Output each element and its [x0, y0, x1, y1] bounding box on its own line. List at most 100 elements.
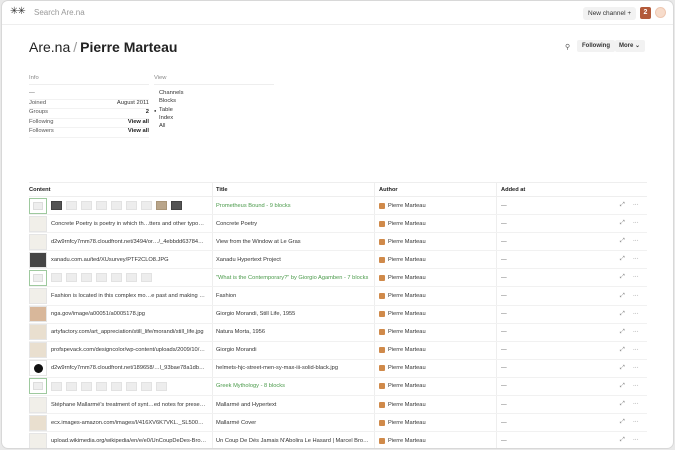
more-icon[interactable]: ··· [633, 401, 639, 408]
table-row[interactable]: xanadu.com.au/ted/XUsurvey/PTF2CLO8.JPG … [29, 251, 647, 270]
block-title[interactable]: Concrete Poetry [216, 221, 257, 227]
author-cell[interactable]: Pierre Marteau [374, 215, 496, 233]
block-title[interactable]: Giorgio Morandi, Still Life, 1955 [216, 311, 295, 317]
table-row[interactable]: artyfactory.com/art_appreciation/still_l… [29, 323, 647, 342]
block-title[interactable]: Giorgio Morandi [216, 347, 256, 353]
view-option-all[interactable]: All [154, 123, 274, 131]
title-cell[interactable]: Un Coup De Dés Jamais N'Abolira Le Hasar… [212, 432, 374, 448]
expand-icon[interactable]: ⤢ [620, 383, 625, 390]
author-name[interactable]: Pierre Marteau [388, 365, 426, 371]
author-name[interactable]: Pierre Marteau [388, 311, 426, 317]
search-input[interactable]: Search Are.na [34, 8, 85, 17]
table-row[interactable]: Concrete Poetry is poetry in which th…tt… [29, 215, 647, 234]
table-row[interactable]: nga.gov/image/a00051/a0005178.jpg Giorgi… [29, 305, 647, 324]
expand-icon[interactable]: ⤢ [620, 347, 625, 354]
author-name[interactable]: Pierre Marteau [388, 347, 426, 353]
author-cell[interactable]: Pierre Marteau [374, 305, 496, 323]
table-row[interactable]: Prometheus Bound - 9 blocks Pierre Marte… [29, 197, 647, 216]
title-cell[interactable]: Giorgio Morandi [212, 341, 374, 359]
image-thumbnail[interactable] [29, 360, 47, 377]
info-value[interactable]: 2 [146, 109, 149, 118]
channel-thumbnail[interactable] [29, 378, 47, 395]
image-thumbnail[interactable] [29, 432, 47, 448]
author-cell[interactable]: Pierre Marteau [374, 233, 496, 251]
block-title[interactable]: Mallarmé and Hypertext [216, 402, 276, 408]
author-name[interactable]: Pierre Marteau [388, 203, 426, 209]
author-name[interactable]: Pierre Marteau [388, 239, 426, 245]
title-cell[interactable]: Mallarmé and Hypertext [212, 396, 374, 414]
arena-logo-icon[interactable]: ✳✳ [10, 6, 26, 17]
more-icon[interactable]: ··· [633, 256, 639, 263]
author-cell[interactable]: Pierre Marteau [374, 396, 496, 414]
column-header-author[interactable]: Author [374, 183, 496, 196]
author-name[interactable]: Pierre Marteau [388, 329, 426, 335]
block-title[interactable]: helmets-hjc-street-men-sy-max-iii-solid-… [216, 365, 338, 371]
table-row[interactable]: profspevack.com/designcolor/wp-content/u… [29, 341, 647, 360]
channel-title-link[interactable]: "What is the Contemporary?" by Giorgio A… [216, 275, 368, 281]
block-title[interactable]: Natura Morta, 1956 [216, 329, 265, 335]
view-option-channels[interactable]: Channels [154, 90, 274, 98]
channel-title-link[interactable]: Greek Mythology - 8 blocks [216, 383, 285, 389]
table-row[interactable]: d2w9rnfcy7mm78.cloudfront.net/3494/or…/_… [29, 233, 647, 252]
more-icon[interactable]: ··· [633, 220, 639, 227]
title-cell[interactable]: helmets-hjc-street-men-sy-max-iii-solid-… [212, 359, 374, 377]
more-icon[interactable]: ··· [633, 419, 639, 426]
search-icon[interactable]: ⚲ [565, 43, 570, 51]
author-cell[interactable]: Pierre Marteau [374, 323, 496, 341]
more-icon[interactable]: ··· [633, 383, 639, 390]
image-thumbnail[interactable] [29, 306, 47, 323]
channel-thumbnail[interactable] [29, 197, 47, 214]
view-option-blocks[interactable]: Blocks [154, 98, 274, 106]
title-cell[interactable]: Prometheus Bound - 9 blocks [212, 197, 374, 215]
column-header-title[interactable]: Title [212, 183, 374, 196]
author-cell[interactable]: Pierre Marteau [374, 432, 496, 448]
author-name[interactable]: Pierre Marteau [388, 420, 426, 426]
image-thumbnail[interactable] [29, 414, 47, 431]
table-row[interactable]: "What is the Contemporary?" by Giorgio A… [29, 269, 647, 288]
title-cell[interactable]: Greek Mythology - 8 blocks [212, 377, 374, 396]
image-thumbnail[interactable] [29, 342, 47, 359]
block-title[interactable]: Xanadu Hypertext Project [216, 257, 281, 263]
author-cell[interactable]: Pierre Marteau [374, 377, 496, 396]
new-channel-button[interactable]: New channel + [583, 7, 637, 20]
author-name[interactable]: Pierre Marteau [388, 221, 426, 227]
column-header-added-at[interactable]: Added at [496, 183, 600, 196]
author-cell[interactable]: Pierre Marteau [374, 287, 496, 305]
table-row[interactable]: Stéphane Mallarmé's treatment of synt…ed… [29, 396, 647, 415]
table-row[interactable]: Greek Mythology - 8 blocks Pierre Martea… [29, 377, 647, 397]
text-block-thumbnail[interactable] [29, 215, 47, 232]
view-option-index[interactable]: Index [154, 115, 274, 123]
expand-icon[interactable]: ⤢ [620, 274, 625, 281]
more-icon[interactable]: ··· [633, 437, 639, 444]
table-row[interactable]: d2w9rnfcy7mm78.cloudfront.net/189658/…l_… [29, 359, 647, 378]
user-avatar[interactable] [655, 7, 666, 18]
text-block-thumbnail[interactable] [29, 396, 47, 413]
expand-icon[interactable]: ⤢ [620, 419, 625, 426]
breadcrumb-site[interactable]: Are.na [29, 39, 70, 55]
title-cell[interactable]: Mallarmé Cover [212, 414, 374, 432]
image-thumbnail[interactable] [29, 324, 47, 341]
channel-title-link[interactable]: Prometheus Bound - 9 blocks [216, 203, 291, 209]
expand-icon[interactable]: ⤢ [620, 220, 625, 227]
more-icon[interactable]: ··· [633, 365, 639, 372]
more-icon[interactable]: ··· [633, 238, 639, 245]
author-cell[interactable]: Pierre Marteau [374, 269, 496, 287]
author-name[interactable]: Pierre Marteau [388, 402, 426, 408]
expand-icon[interactable]: ⤢ [620, 293, 625, 300]
more-dropdown[interactable]: More ⌄ [615, 40, 645, 52]
more-icon[interactable]: ··· [633, 347, 639, 354]
expand-icon[interactable]: ⤢ [620, 365, 625, 372]
block-title[interactable]: View from the Window at Le Gras [216, 239, 301, 245]
following-view-all-link[interactable]: View all [128, 119, 149, 128]
title-cell[interactable]: Natura Morta, 1956 [212, 323, 374, 341]
expand-icon[interactable]: ⤢ [620, 238, 625, 245]
title-cell[interactable]: Fashion [212, 287, 374, 305]
block-title[interactable]: Fashion [216, 293, 236, 299]
title-cell[interactable]: "What is the Contemporary?" by Giorgio A… [212, 269, 374, 287]
more-icon[interactable]: ··· [633, 202, 639, 209]
image-thumbnail[interactable] [29, 233, 47, 250]
author-name[interactable]: Pierre Marteau [388, 383, 426, 389]
column-header-content[interactable]: Content [29, 183, 212, 196]
author-cell[interactable]: Pierre Marteau [374, 359, 496, 377]
expand-icon[interactable]: ⤢ [620, 202, 625, 209]
